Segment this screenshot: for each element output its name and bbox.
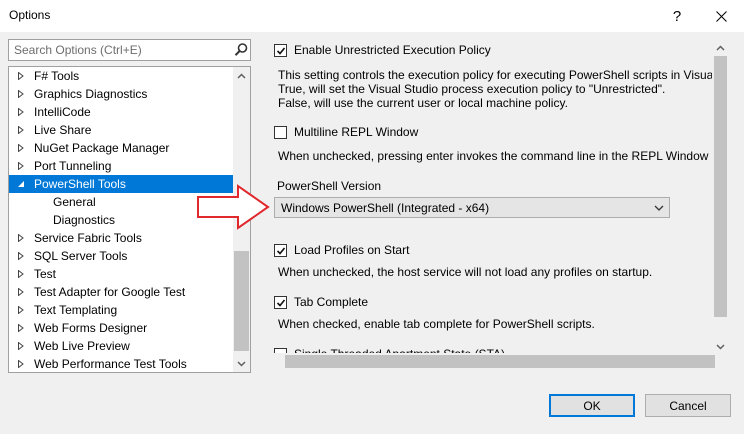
scroll-thumb[interactable]	[234, 251, 249, 351]
tree-item-label: SQL Server Tools	[34, 249, 128, 263]
tree-item-nuget-package-manager[interactable]: NuGet Package Manager	[9, 139, 233, 157]
tree-item-port-tunneling[interactable]: Port Tunneling	[9, 157, 233, 175]
tree-item-label: Text Templating	[34, 303, 118, 317]
tab-complete-checkbox[interactable]	[274, 295, 287, 309]
tree-item-test-adapter-google[interactable]: Test Adapter for Google Test	[9, 283, 233, 301]
multiline-repl-checkbox[interactable]	[274, 125, 287, 139]
tree-item-web-performance-test-tools[interactable]: Web Performance Test Tools	[9, 355, 233, 372]
expand-arrow-icon[interactable]	[17, 288, 25, 296]
multiline-repl-label: Multiline REPL Window	[294, 125, 419, 139]
unrestricted-policy-label: Enable Unrestricted Execution Policy	[294, 43, 491, 57]
scroll-up-button[interactable]	[712, 39, 729, 56]
expand-arrow-icon[interactable]	[17, 270, 25, 278]
chevron-down-icon	[654, 205, 664, 211]
load-profiles-desc: When unchecked, the host service will no…	[278, 265, 653, 279]
cancel-button[interactable]: Cancel	[645, 394, 731, 417]
tree-item-label: Live Share	[34, 123, 92, 137]
expand-arrow-icon[interactable]	[17, 360, 25, 368]
tree-item-sql-server-tools[interactable]: SQL Server Tools	[9, 247, 233, 265]
expand-arrow-icon[interactable]	[17, 126, 25, 134]
close-icon	[715, 10, 727, 22]
scroll-down-button[interactable]	[712, 338, 729, 355]
tree-item-web-live-preview[interactable]: Web Live Preview	[9, 337, 233, 355]
tree-item-label: Test Adapter for Google Test	[34, 285, 186, 299]
tree-item-web-forms-designer[interactable]: Web Forms Designer	[9, 319, 233, 337]
unrestricted-policy-desc-1: This setting controls the execution poli…	[278, 68, 716, 82]
expand-arrow-icon[interactable]	[17, 252, 25, 260]
chevron-down-icon	[716, 343, 725, 350]
window-title: Options	[9, 8, 51, 22]
tab-complete-label: Tab Complete	[294, 295, 369, 309]
unrestricted-policy-checkbox[interactable]	[274, 43, 287, 57]
tree-item-live-share[interactable]: Live Share	[9, 121, 233, 139]
expand-arrow-icon[interactable]	[17, 306, 25, 314]
chevron-up-icon	[237, 72, 246, 79]
tree-item-label: F# Tools	[34, 69, 80, 83]
search-input[interactable]	[9, 40, 229, 60]
ok-button[interactable]: OK	[549, 394, 635, 417]
tree-item-test[interactable]: Test	[9, 265, 233, 283]
setting-load-profiles[interactable]: Load Profiles on Start	[274, 242, 409, 258]
help-button[interactable]: ?	[662, 0, 692, 32]
tree-item-label: General	[53, 195, 96, 209]
scroll-thumb[interactable]	[714, 56, 727, 317]
powershell-version-label: PowerShell Version	[277, 179, 382, 193]
unrestricted-policy-desc-2: True, will set the Visual Studio process…	[278, 82, 666, 96]
annotation-arrow-icon	[197, 184, 270, 230]
title-bar: Options ?	[0, 0, 744, 32]
expand-arrow-icon[interactable]	[17, 324, 25, 332]
tree-item-label: IntelliCode	[34, 105, 91, 119]
tree-item-text-templating[interactable]: Text Templating	[9, 301, 233, 319]
tree-item-intellicode[interactable]: IntelliCode	[9, 103, 233, 121]
settings-panel: Enable Unrestricted Execution Policy Thi…	[272, 36, 732, 373]
tree-item-service-fabric-tools[interactable]: Service Fabric Tools	[9, 229, 233, 247]
checkmark-icon	[276, 298, 286, 307]
expand-arrow-icon[interactable]	[17, 144, 25, 152]
powershell-version-value: Windows PowerShell (Integrated - x64)	[281, 201, 490, 215]
tree-item-label: Web Forms Designer	[34, 321, 148, 335]
tree-item-label: Graphics Diagnostics	[34, 87, 148, 101]
tree-item-label: Web Performance Test Tools	[34, 357, 187, 371]
close-button[interactable]	[698, 0, 744, 32]
expand-arrow-icon[interactable]	[17, 108, 25, 116]
tree-item-fsharp-tools[interactable]: F# Tools	[9, 67, 233, 85]
checkmark-icon	[276, 46, 286, 55]
scroll-down-button[interactable]	[233, 355, 250, 372]
tree-item-label: Web Live Preview	[34, 339, 130, 353]
tree-item-label: Diagnostics	[53, 213, 116, 227]
setting-tab-complete[interactable]: Tab Complete	[274, 294, 368, 310]
tree-item-label: PowerShell Tools	[34, 177, 126, 191]
search-box	[8, 39, 251, 61]
load-profiles-label: Load Profiles on Start	[294, 243, 410, 257]
powershell-version-select[interactable]: Windows PowerShell (Integrated - x64)	[274, 197, 670, 218]
tab-complete-desc: When checked, enable tab complete for Po…	[278, 317, 595, 331]
tree-item-label: Port Tunneling	[34, 159, 112, 173]
expand-arrow-icon[interactable]	[17, 342, 25, 350]
tree-item-label: Service Fabric Tools	[34, 231, 142, 245]
checkmark-icon	[276, 246, 286, 255]
scroll-up-button[interactable]	[233, 67, 250, 84]
expand-arrow-icon[interactable]	[17, 234, 25, 242]
collapse-arrow-icon[interactable]	[17, 180, 25, 188]
setting-unrestricted-policy[interactable]: Enable Unrestricted Execution Policy	[274, 42, 491, 58]
tree-item-label: Test	[34, 267, 57, 281]
search-icon[interactable]	[233, 42, 249, 58]
tree-item-label: NuGet Package Manager	[34, 141, 170, 155]
multiline-repl-desc: When unchecked, pressing enter invokes t…	[278, 149, 723, 163]
load-profiles-checkbox[interactable]	[274, 243, 287, 257]
settings-horizontal-scrollbar[interactable]	[272, 353, 715, 370]
scroll-thumb[interactable]	[285, 355, 715, 368]
tree-item-graphics-diagnostics[interactable]: Graphics Diagnostics	[9, 85, 233, 103]
expand-arrow-icon[interactable]	[17, 90, 25, 98]
unrestricted-policy-desc-3: False, will use the current user or loca…	[278, 96, 568, 110]
chevron-down-icon	[237, 360, 246, 367]
settings-vertical-scrollbar[interactable]	[712, 41, 729, 353]
setting-multiline-repl[interactable]: Multiline REPL Window	[274, 124, 418, 140]
expand-arrow-icon[interactable]	[17, 72, 25, 80]
expand-arrow-icon[interactable]	[17, 162, 25, 170]
chevron-up-icon	[716, 44, 725, 51]
